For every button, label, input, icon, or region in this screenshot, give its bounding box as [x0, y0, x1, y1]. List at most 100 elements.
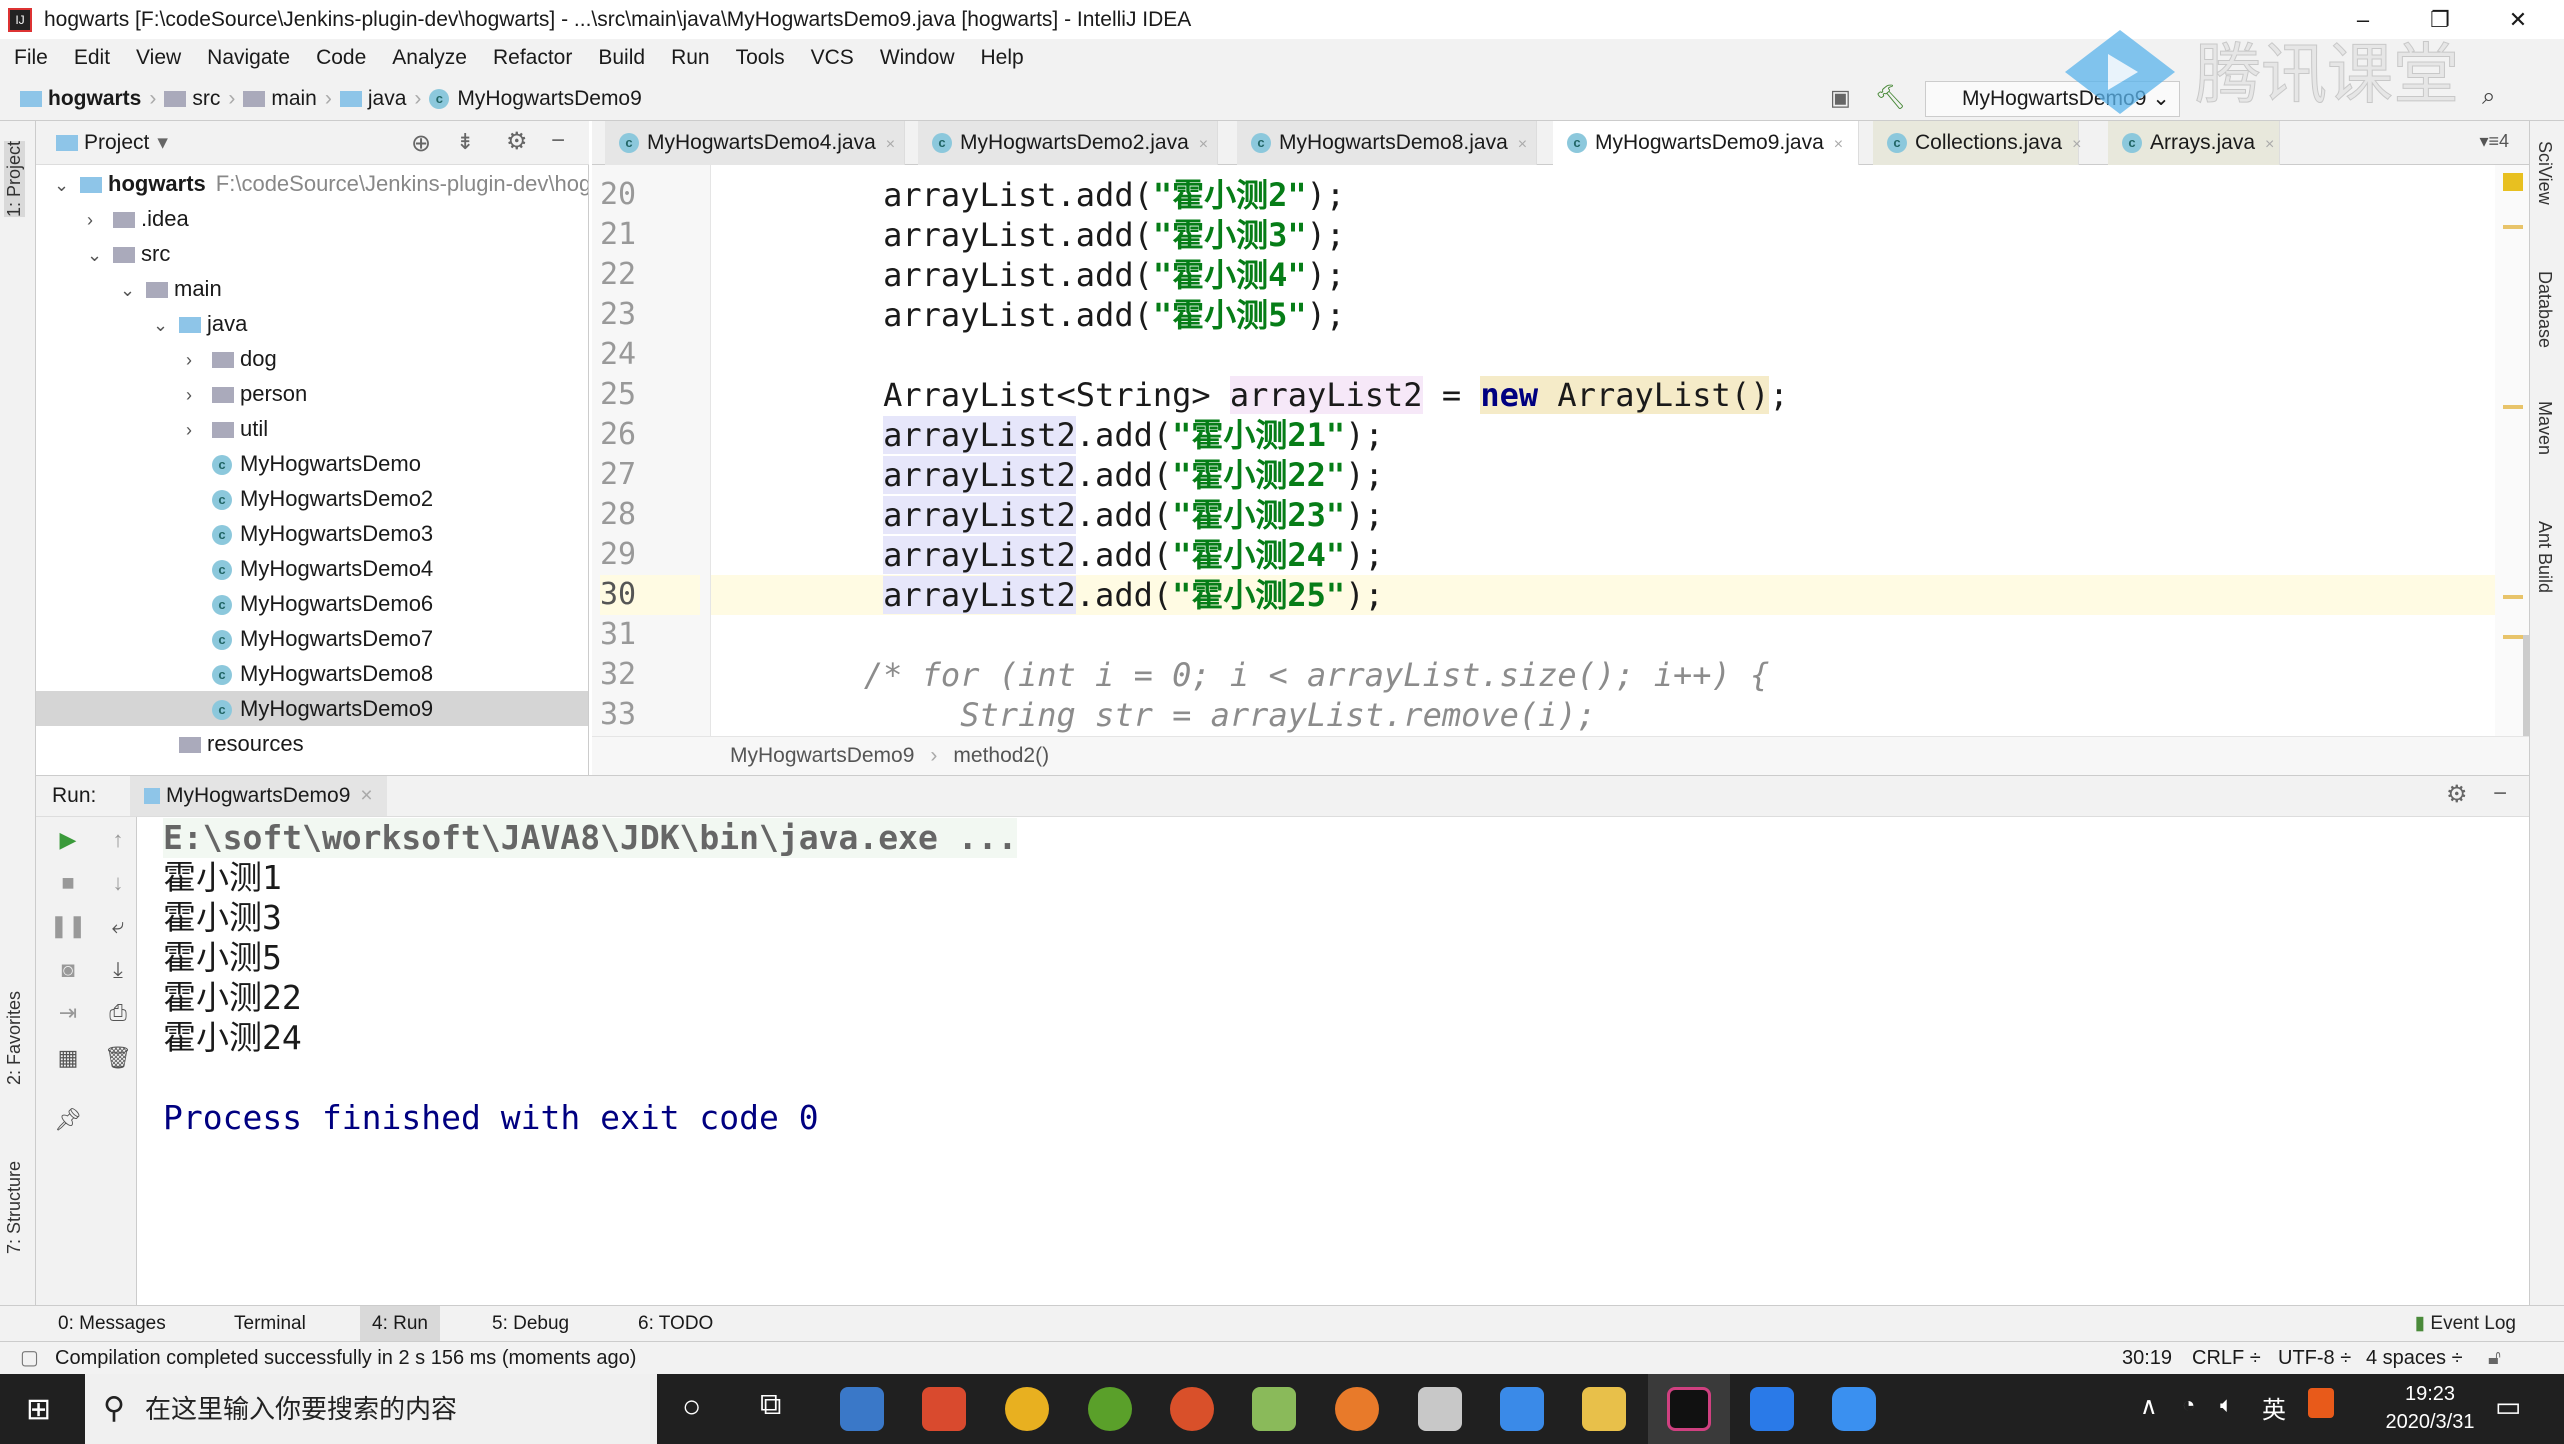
tree-item[interactable]: c MyHogwartsDemo9	[36, 691, 588, 726]
soft-wrap-icon[interactable]: ⤶	[100, 913, 136, 939]
tabs-overflow-button[interactable]: ▾≡4	[2479, 131, 2509, 152]
code-editor[interactable]: arrayList.add("霍小测2"); arrayList.add("霍小…	[711, 165, 2495, 736]
code-line[interactable]: arrayList.add("霍小测5");	[711, 295, 2495, 335]
right-tool-ant-build[interactable]: Ant Build	[2534, 521, 2555, 593]
locate-icon[interactable]: ⊕	[411, 129, 431, 158]
tree-item[interactable]: resources	[36, 726, 588, 761]
app-icon[interactable]	[922, 1387, 966, 1431]
chevron-down-icon[interactable]: ⌄	[54, 168, 80, 203]
exit-icon[interactable]: ⇥	[36, 1000, 100, 1026]
network-icon[interactable]: ◔	[2182, 1392, 2195, 1418]
hide-panel-icon[interactable]: −	[551, 127, 565, 155]
layout-icon[interactable]: ▣	[1830, 85, 1851, 111]
chevron-down-icon[interactable]: ⌄	[153, 308, 179, 343]
breadcrumb-method[interactable]: method2()	[953, 744, 1049, 768]
indent-select[interactable]: 4 spaces ÷	[2366, 1342, 2463, 1375]
tool-tab[interactable]: 6: TODO	[626, 1306, 725, 1342]
status-message[interactable]: Compilation completed successfully in 2 …	[55, 1342, 636, 1375]
tool-tab[interactable]: Terminal	[222, 1306, 318, 1342]
ime-indicator[interactable]: 英	[2262, 1390, 2286, 1425]
menu-code[interactable]: Code	[316, 46, 366, 70]
encoding-select[interactable]: UTF-8 ÷	[2278, 1342, 2351, 1375]
code-line[interactable]	[711, 615, 2495, 655]
menu-navigate[interactable]: Navigate	[207, 46, 290, 70]
tree-item[interactable]: › dog	[36, 341, 588, 378]
code-line[interactable]: /* for (int i = 0; i < arrayList.size();…	[711, 655, 2495, 695]
code-line[interactable]: arrayList.add("霍小测3");	[711, 215, 2495, 255]
app-icon[interactable]	[1170, 1387, 1214, 1431]
file-explorer-icon[interactable]	[1582, 1387, 1626, 1431]
hide-panel-icon[interactable]: −	[2493, 780, 2507, 808]
code-line[interactable]	[711, 335, 2495, 375]
volume-icon[interactable]: 🔈︎	[2220, 1392, 2233, 1418]
run-tab[interactable]: MyHogwartsDemo9 ×	[130, 776, 387, 816]
nav-crumb-src[interactable]: src	[164, 87, 220, 111]
right-tool-sciview[interactable]: SciView	[2534, 141, 2555, 205]
caret-position[interactable]: 30:19	[2122, 1342, 2172, 1375]
stop-icon[interactable]: ■	[36, 870, 100, 896]
menu-analyze[interactable]: Analyze	[392, 46, 467, 70]
menu-run[interactable]: Run	[671, 46, 710, 70]
nav-crumb-java[interactable]: java	[339, 87, 406, 111]
gear-icon[interactable]: ⚙	[506, 127, 528, 156]
right-tool-maven[interactable]: Maven	[2534, 401, 2555, 455]
intellij-taskbar-active[interactable]	[1648, 1374, 1730, 1444]
lock-icon[interactable]: 🔓︎	[2488, 1342, 2501, 1375]
build-hammer-icon[interactable]: 🔨︎	[1875, 83, 1905, 112]
console-output[interactable]: E:\soft\worksoft\JAVA8\JDK\bin\java.exe …	[137, 817, 2529, 1305]
clock[interactable]: 19:23 2020/3/31	[2360, 1380, 2500, 1436]
menu-vcs[interactable]: VCS	[811, 46, 854, 70]
chevron-right-icon[interactable]: ›	[186, 378, 212, 413]
menu-edit[interactable]: Edit	[74, 46, 110, 70]
app-icon[interactable]	[1252, 1387, 1296, 1431]
chevron-down-icon[interactable]: ⌄	[120, 273, 146, 308]
tree-item[interactable]: c MyHogwartsDemo4	[36, 551, 588, 586]
code-line[interactable]: arrayList.add("霍小测2");	[711, 175, 2495, 215]
rerun-icon[interactable]: ▶	[36, 827, 100, 853]
close-tab-icon[interactable]: ×	[1834, 136, 1843, 153]
chevron-right-icon[interactable]: ›	[186, 343, 212, 378]
task-view-icon[interactable]: ⧉	[760, 1388, 781, 1422]
editor-tab[interactable]: c MyHogwartsDemo8.java ×	[1237, 121, 1537, 165]
right-tool-database[interactable]: Database	[2534, 271, 2555, 348]
windows-start-icon[interactable]: ⊞	[26, 1392, 51, 1427]
editor-tab[interactable]: c MyHogwartsDemo9.java ×	[1553, 121, 1859, 165]
close-tab-icon[interactable]: ×	[886, 136, 895, 153]
breadcrumb-class[interactable]: MyHogwartsDemo9	[730, 744, 914, 768]
code-line[interactable]: arrayList2.add("霍小测23");	[711, 495, 2495, 535]
up-arrow-icon[interactable]: ↑	[100, 827, 136, 853]
project-view-select[interactable]: Project	[84, 131, 149, 155]
app-icon[interactable]	[1750, 1387, 1794, 1431]
nav-crumb-file[interactable]: c MyHogwartsDemo9	[429, 87, 642, 111]
close-tab-icon[interactable]: ×	[2265, 136, 2274, 153]
pin-icon[interactable]: 📌︎	[36, 1107, 100, 1133]
tree-item[interactable]: › util	[36, 411, 588, 446]
code-line[interactable]: arrayList2.add("霍小测24");	[711, 535, 2495, 575]
tool-tab[interactable]: 4: Run	[360, 1306, 440, 1342]
code-line[interactable]: arrayList2.add("霍小测22");	[711, 455, 2495, 495]
editor-tab[interactable]: c MyHogwartsDemo4.java ×	[605, 121, 905, 165]
error-stripe[interactable]	[2495, 165, 2529, 755]
menu-help[interactable]: Help	[981, 46, 1024, 70]
tree-item[interactable]: ⌄ main	[36, 271, 588, 308]
code-line[interactable]: arrayList.add("霍小测4");	[711, 255, 2495, 295]
collapse-all-icon[interactable]: ⇟	[456, 129, 474, 155]
tree-item[interactable]: c MyHogwartsDemo6	[36, 586, 588, 621]
editor-tab[interactable]: c MyHogwartsDemo2.java ×	[918, 121, 1218, 165]
tool-tab[interactable]: 5: Debug	[480, 1306, 581, 1342]
menu-tools[interactable]: Tools	[736, 46, 785, 70]
app-icon[interactable]	[1088, 1387, 1132, 1431]
tree-item[interactable]: ⌄ src	[36, 236, 588, 271]
code-line[interactable]: String str = arrayList.remove(i);	[711, 695, 2495, 735]
nav-crumb-main[interactable]: main	[243, 87, 317, 111]
taskbar-search[interactable]: ⚲ 在这里输入你要搜索的内容	[85, 1374, 657, 1444]
down-arrow-icon[interactable]: ↓	[100, 870, 136, 896]
project-tool-button[interactable]: 1: Project	[4, 141, 25, 218]
app-icon[interactable]	[840, 1387, 884, 1431]
status-toggle-icon[interactable]: ▢	[20, 1342, 39, 1375]
layout-icon[interactable]: ▦	[36, 1045, 100, 1071]
chevron-right-icon[interactable]: ›	[87, 203, 113, 238]
close-tab-icon[interactable]: ×	[1199, 136, 1208, 153]
tree-item[interactable]: c MyHogwartsDemo3	[36, 516, 588, 551]
tray-expand-icon[interactable]: ∧	[2140, 1392, 2158, 1421]
